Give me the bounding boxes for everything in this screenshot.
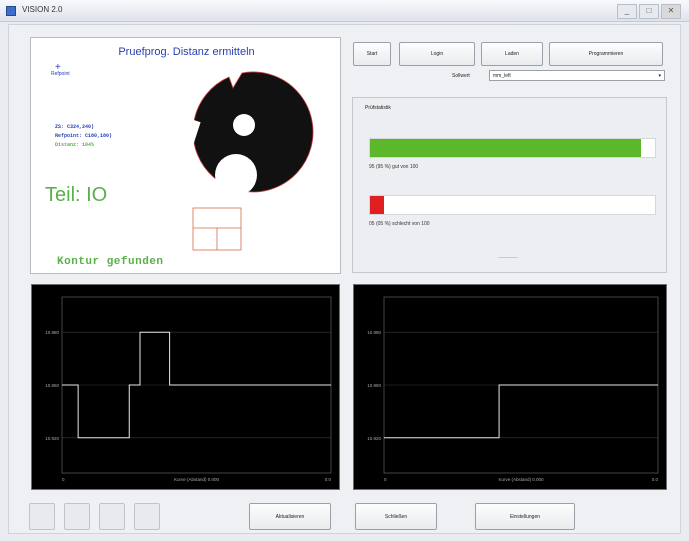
app-icon [6, 6, 16, 16]
chevron-down-icon: ▾ [658, 73, 661, 79]
sollwert-select[interactable]: mm_left ▾ [489, 70, 665, 81]
bad-progress-bar [369, 195, 656, 215]
right-measurement-plot: 10.980 10.950 10.920 0 0.0 Kurve (Abstand) 0.… [353, 284, 667, 490]
maximize-button[interactable]: □ [639, 4, 659, 19]
x-axis-label: Kurve (Abstand) 0.000 [174, 477, 220, 482]
series-line [384, 384, 658, 439]
y-tick-label: 10.950 [367, 383, 381, 388]
x-tick-label: 0 [384, 477, 387, 482]
blank-button-3[interactable] [99, 503, 125, 530]
good-progress-fill [370, 139, 641, 157]
contour-message: Kontur gefunden [57, 256, 164, 268]
y-tick-label: 10.950 [45, 383, 59, 388]
y-tick-label: 10.920 [367, 436, 381, 441]
title-bar: VISION 2.0 _ □ ✕ [0, 0, 689, 22]
blank-button-4[interactable] [134, 503, 160, 530]
y-tick-label: 10.920 [45, 436, 59, 441]
part-status: Teil: IO [45, 184, 108, 206]
minimize-button[interactable]: _ [617, 4, 637, 19]
part-image [167, 71, 314, 251]
aktualisieren-button[interactable]: Aktualisieren [249, 503, 331, 530]
bad-progress-fill [370, 196, 385, 214]
einstellungen-button[interactable]: Einstellungen [475, 503, 575, 530]
y-tick-label: 10.980 [45, 330, 59, 335]
blank-button-2[interactable] [64, 503, 90, 530]
programmieren-button[interactable]: Programmieren [549, 42, 663, 66]
right-plot-svg: 10.980 10.950 10.920 0 0.0 Kurve (Abstand) 0.… [367, 296, 659, 482]
x-tick-label: 0.0 [652, 477, 659, 482]
good-count-label: 95 (95 %) gut von 100 [369, 164, 419, 170]
divider [498, 257, 518, 258]
close-button[interactable]: ✕ [661, 4, 681, 19]
laden-button[interactable]: Laden [481, 42, 543, 66]
x-tick-label: 0.0 [325, 477, 332, 482]
sollwert-label: Sollwert [452, 73, 470, 79]
x-axis-label: Kurve (Abstand) 0.000 [498, 477, 544, 482]
bad-count-label: 05 (05 %) schlecht von 100 [369, 221, 430, 227]
y-tick-label: 10.980 [367, 330, 381, 335]
window-controls: _ □ ✕ [617, 4, 681, 19]
statistics-panel: Prüfstatistik 95 (95 %) gut von 100 05 (… [352, 97, 667, 273]
camera-view: Pruefprog. Distanz ermitteln + Refpoint … [30, 37, 341, 274]
window-title: VISION 2.0 [22, 5, 63, 14]
good-progress-bar [369, 138, 656, 158]
blank-button-1[interactable] [29, 503, 55, 530]
start-button[interactable]: Start [353, 42, 391, 66]
login-button[interactable]: Login [399, 42, 475, 66]
left-plot-svg: 10.980 10.950 10.920 0 0.0 Kurve (Abstand) 0.… [45, 296, 332, 482]
sollwert-value: mm_left [493, 73, 511, 79]
statistics-title: Prüfstatistik [365, 105, 391, 111]
left-measurement-plot: 10.980 10.950 10.920 0 0.0 Kurve (Abstand) 0.… [31, 284, 340, 490]
schliessen-button[interactable]: Schließen [355, 503, 437, 530]
x-tick-label: 0 [62, 477, 65, 482]
